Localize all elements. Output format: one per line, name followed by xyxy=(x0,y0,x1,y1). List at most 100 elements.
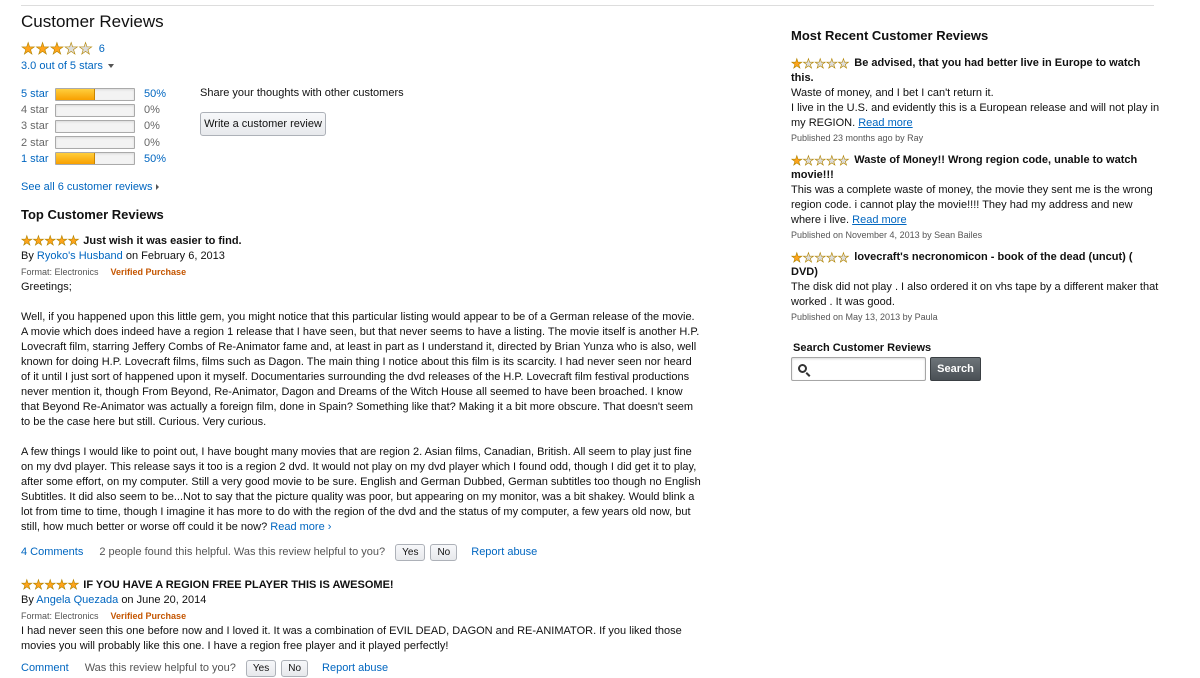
review-body: Greetings; Well, if you happened upon th… xyxy=(21,280,701,535)
recent-review-read-more[interactable]: Read more xyxy=(852,214,906,226)
report-abuse-link[interactable]: Report abuse xyxy=(471,546,537,558)
histogram-row[interactable]: 1 star 50% xyxy=(21,151,701,167)
review-actions: 4 Comments 2 people found this helpful. W… xyxy=(21,542,701,562)
histogram-percent: 0% xyxy=(144,120,160,133)
recent-review-text: The disk did not play . I also ordered i… xyxy=(791,280,1161,310)
review-author-link[interactable]: Angela Quezada xyxy=(36,594,118,606)
histogram-percent: 0% xyxy=(144,136,160,149)
star-filled-icon: ★ xyxy=(32,577,45,592)
review-title[interactable]: IF YOU HAVE A REGION FREE PLAYER THIS IS… xyxy=(83,579,393,591)
review-author-link[interactable]: Ryoko's Husband xyxy=(37,250,123,262)
star-filled-icon: ★ xyxy=(21,233,33,248)
review-search-input[interactable] xyxy=(812,359,922,379)
rating-histogram-area: 5 star 50% 4 star 0% 3 star 0% 2 star 0% 1 star 5… xyxy=(21,86,701,171)
share-text: Share your thoughts with other customers xyxy=(200,87,404,99)
histogram-percent: 0% xyxy=(144,104,160,117)
review-search-button[interactable]: Search xyxy=(930,357,981,381)
left-column: Customer Reviews ★ ★ ★ ★ ★ 6 3.0 out of 5 st… xyxy=(21,10,701,678)
average-stars[interactable]: ★ ★ ★ ★ ★ xyxy=(21,40,93,58)
review-read-more-link[interactable]: Read more › xyxy=(270,521,331,533)
histogram-bar[interactable] xyxy=(55,87,135,101)
histogram-star-label: 3 star xyxy=(21,120,49,133)
review-comments-link[interactable]: Comment xyxy=(21,662,69,674)
histogram-bar[interactable] xyxy=(55,152,135,166)
report-abuse-link[interactable]: Report abuse xyxy=(322,662,388,674)
review-by-label: By xyxy=(21,594,34,606)
star-filled-icon: ★ xyxy=(21,577,33,592)
recent-review-stars[interactable]: ★ ★ ★ ★ ★ xyxy=(791,153,850,168)
recent-review-stars[interactable]: ★ ★ ★ ★ ★ xyxy=(791,250,850,265)
top-divider xyxy=(21,5,1154,6)
review-body-text: I had never seen this one before now and… xyxy=(21,625,682,652)
review-stars[interactable]: ★ ★ ★ ★ ★ xyxy=(21,577,80,592)
review-body: I had never seen this one before now and… xyxy=(21,624,701,654)
histogram-row: 2 star 0% xyxy=(21,135,701,151)
helpful-yes-button[interactable]: Yes xyxy=(395,543,426,561)
average-rating-popover[interactable]: 3.0 out of 5 stars xyxy=(21,60,701,74)
star-filled-icon: ★ xyxy=(21,40,36,58)
recent-review-title-row: ★ ★ ★ ★ ★ Waste of Money!! Wrong region code,… xyxy=(791,153,1161,183)
histogram-percent[interactable]: 50% xyxy=(144,153,166,165)
see-all-reviews-link[interactable]: See all 6 customer reviews xyxy=(21,181,152,193)
review-by-label: By xyxy=(21,250,34,262)
histogram-star-label: 4 star xyxy=(21,104,49,117)
star-filled-icon: ★ xyxy=(55,577,68,592)
review-helpful-text: 2 people found this helpful. Was this re… xyxy=(99,546,386,558)
star-empty-icon: ★ xyxy=(802,56,815,71)
star-empty-icon: ★ xyxy=(825,250,838,265)
histogram-percent[interactable]: 50% xyxy=(144,88,166,100)
helpful-yes-button[interactable]: Yes xyxy=(245,659,277,677)
star-empty-icon: ★ xyxy=(802,250,815,265)
recent-review-stars[interactable]: ★ ★ ★ ★ ★ xyxy=(791,56,850,71)
recent-review: ★ ★ ★ ★ ★ Be advised, that you had better liv… xyxy=(791,56,1161,143)
verified-purchase-badge: Verified Purchase xyxy=(110,267,187,277)
review-byline: By Angela Quezada on June 20, 2014 xyxy=(21,594,701,608)
review: ★ ★ ★ ★ ★ IF YOU HAVE A REGION FREE PLAYER TH… xyxy=(21,578,701,678)
star-empty-icon: ★ xyxy=(837,153,850,168)
review-format: Format: Electronics xyxy=(21,267,99,277)
review-stars[interactable]: ★ ★ ★ ★ ★ xyxy=(21,233,80,248)
star-empty-icon: ★ xyxy=(814,250,826,265)
recent-reviews-list: ★ ★ ★ ★ ★ Be advised, that you had better liv… xyxy=(791,56,1161,322)
histogram-star-label[interactable]: 5 star xyxy=(21,88,55,100)
recent-review-published: Published 23 months ago by Ray xyxy=(791,133,924,143)
verified-purchase-badge: Verified Purchase xyxy=(110,611,187,621)
histogram-bar-fill xyxy=(56,88,95,100)
recent-review-read-more[interactable]: Read more xyxy=(858,117,912,129)
star-filled-icon: ★ xyxy=(35,40,50,58)
review-search: Search Customer Reviews Search xyxy=(791,342,1161,381)
average-rating-label[interactable]: 3.0 out of 5 stars xyxy=(21,60,103,72)
review-search-field[interactable] xyxy=(791,357,926,381)
review-count-link[interactable]: 6 xyxy=(99,43,105,55)
star-filled-icon: ★ xyxy=(791,250,803,265)
helpful-no-button[interactable]: No xyxy=(430,543,458,561)
star-filled-icon: ★ xyxy=(49,40,65,58)
histogram-star-label[interactable]: 1 star xyxy=(21,153,55,165)
star-filled-icon: ★ xyxy=(55,233,68,248)
review-date: on February 6, 2013 xyxy=(125,250,225,262)
chevron-right-icon xyxy=(156,184,160,191)
star-filled-icon: ★ xyxy=(67,577,80,592)
review-body-text: Greetings; Well, if you happened upon th… xyxy=(21,281,701,533)
histogram-bar xyxy=(55,136,135,150)
review-actions: Comment Was this review helpful to you? Ye… xyxy=(21,658,701,678)
star-filled-icon: ★ xyxy=(44,233,56,248)
star-empty-icon: ★ xyxy=(837,56,850,71)
review-title[interactable]: Just wish it was easier to find. xyxy=(83,235,241,247)
review-search-label: Search Customer Reviews xyxy=(793,342,932,354)
recent-review: ★ ★ ★ ★ ★ lovecraft's necronomicon - book of … xyxy=(791,250,1161,322)
star-filled-icon: ★ xyxy=(67,233,80,248)
recent-review-published: Published on May 13, 2013 by Paula xyxy=(791,312,938,322)
write-review-button[interactable]: Write a customer review xyxy=(200,112,326,136)
recent-review: ★ ★ ★ ★ ★ Waste of Money!! Wrong region code,… xyxy=(791,153,1161,240)
star-filled-icon: ★ xyxy=(791,153,803,168)
helpful-no-button[interactable]: No xyxy=(281,659,309,677)
review-comments-link[interactable]: 4 Comments xyxy=(21,546,83,558)
recent-review-published: Published on November 4, 2013 by Sean Ba… xyxy=(791,230,983,240)
histogram-bar-fill xyxy=(56,153,95,165)
see-all-reviews[interactable]: See all 6 customer reviews xyxy=(21,181,701,195)
star-filled-icon: ★ xyxy=(44,577,56,592)
review-format: Format: Electronics xyxy=(21,611,99,621)
review: ★ ★ ★ ★ ★ Just wish it was easier to find. By … xyxy=(21,234,701,562)
top-reviews-list: ★ ★ ★ ★ ★ Just wish it was easier to find. By … xyxy=(21,234,701,678)
